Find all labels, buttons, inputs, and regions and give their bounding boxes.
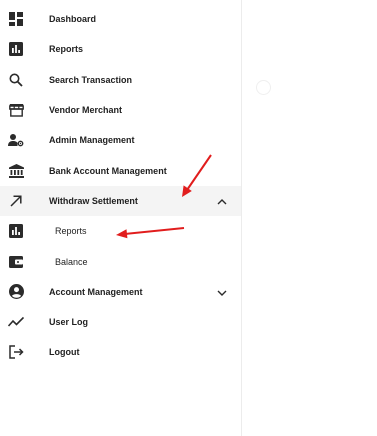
arrow-up-right-icon [8,193,24,209]
user-settings-icon [8,132,24,148]
bar-chart-icon [8,223,24,239]
sidebar-item-label: Vendor Merchant [49,105,123,116]
chevron-up-icon[interactable] [216,195,228,207]
wallet-icon [8,254,24,270]
bank-icon [8,163,24,179]
dashboard-icon [8,11,24,27]
sidebar-item-label: Bank Account Management [49,165,167,176]
sidebar-item-dashboard[interactable]: Dashboard [0,4,241,34]
faded-loading-icon [256,80,271,95]
account-circle-icon [8,284,24,300]
sidebar-item-label: Account Management [49,286,143,297]
sidebar-item-admin-management[interactable]: Admin Management [0,125,241,155]
sidebar-item-label: Reports [49,44,84,55]
sidebar-item-reports[interactable]: Reports [0,34,241,64]
sidebar-item-label: Search Transaction [49,74,133,85]
sidebar-item-logout[interactable]: Logout [0,337,241,367]
trending-icon [8,314,24,330]
sidebar-item-search-transaction[interactable]: Search Transaction [0,65,241,95]
bar-chart-icon [8,41,24,57]
main-content [242,0,377,436]
sidebar-item-user-log[interactable]: User Log [0,307,241,337]
sidebar-item-label: Admin Management [49,135,135,146]
sidebar-footer [0,396,242,426]
sidebar-item-account-management[interactable]: Account Management [0,277,241,307]
sidebar-item-bank-account-management[interactable]: Bank Account Management [0,155,241,185]
storefront-icon [8,102,24,118]
sidebar-menu: Dashboard Reports Search Transaction Ven… [0,4,241,368]
sidebar-item-label: Dashboard [49,14,97,25]
sidebar-subitem-reports[interactable]: Reports [0,216,241,246]
chevron-down-icon[interactable] [216,286,228,298]
sidebar-item-label: User Log [49,317,89,328]
sidebar-subitem-label: Balance [55,256,88,267]
sidebar-item-withdraw-settlement[interactable]: Withdraw Settlement [0,185,241,217]
search-icon [8,72,24,88]
sidebar: Dashboard Reports Search Transaction Ven… [0,0,242,436]
logout-icon [8,344,24,360]
sidebar-subitem-balance[interactable]: Balance [0,246,241,276]
sidebar-subitem-label: Reports [55,226,87,237]
sidebar-item-vendor-merchant[interactable]: Vendor Merchant [0,95,241,125]
sidebar-item-label: Logout [49,347,80,358]
sidebar-item-label: Withdraw Settlement [49,195,138,206]
